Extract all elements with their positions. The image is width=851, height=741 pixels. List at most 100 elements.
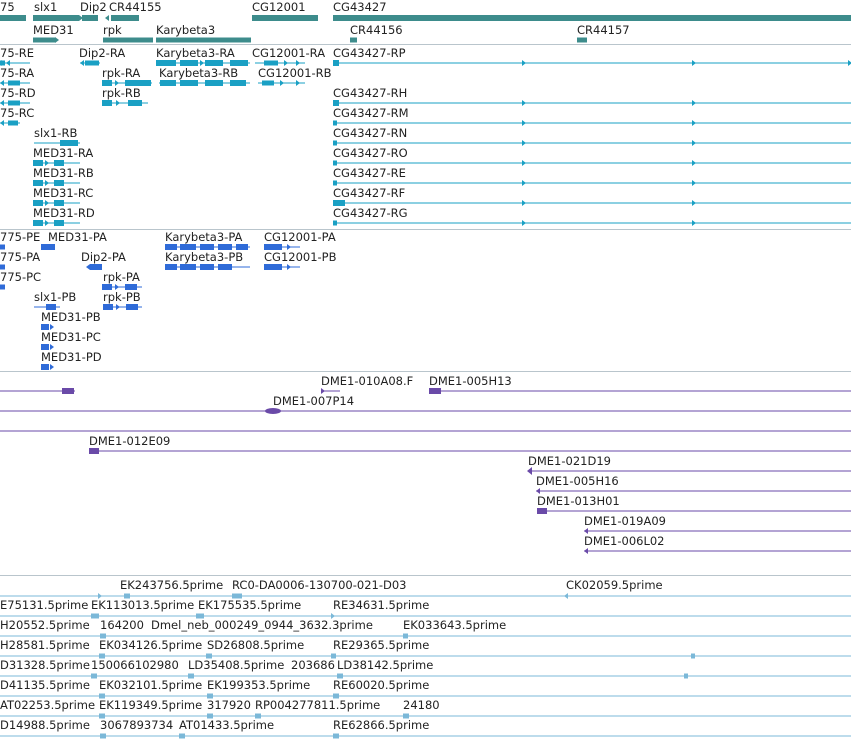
gene-glyph[interactable] bbox=[0, 15, 26, 21]
transcript-label[interactable]: MED31-RA bbox=[33, 147, 93, 160]
exon-block[interactable] bbox=[200, 264, 214, 270]
exon-block[interactable] bbox=[0, 60, 5, 66]
est-label[interactable]: EK175535.5prime bbox=[198, 599, 301, 612]
exon-block[interactable] bbox=[90, 264, 102, 270]
exon-block[interactable] bbox=[91, 613, 99, 619]
est-label[interactable]: AT01433.5prime bbox=[179, 719, 274, 732]
exon-block[interactable] bbox=[0, 264, 5, 270]
gene-glyph[interactable] bbox=[350, 37, 357, 43]
strand-arrow-icon[interactable] bbox=[116, 100, 120, 106]
exon-block[interactable] bbox=[333, 180, 337, 186]
exon-block[interactable] bbox=[33, 220, 43, 226]
est-label[interactable]: RE29365.5prime bbox=[333, 639, 429, 652]
strand-arrow-icon[interactable] bbox=[55, 37, 59, 43]
strand-arrow-icon[interactable] bbox=[80, 60, 84, 66]
est-label[interactable]: EK199353.5prime bbox=[207, 679, 310, 692]
exon-block[interactable] bbox=[218, 264, 232, 270]
strand-arrow-icon[interactable] bbox=[0, 120, 4, 126]
transcript-label[interactable]: rpk-RA bbox=[102, 67, 140, 80]
strand-arrow-icon[interactable] bbox=[296, 80, 300, 86]
est-label[interactable]: AT02253.5prime bbox=[0, 699, 95, 712]
gene-glyph[interactable] bbox=[82, 15, 98, 21]
exon-block[interactable] bbox=[180, 80, 198, 86]
transcript-label[interactable]: MED31-RB bbox=[33, 167, 94, 180]
exon-block[interactable] bbox=[333, 220, 337, 226]
exon-block[interactable] bbox=[0, 284, 5, 290]
transcript-label[interactable]: 75-RE bbox=[0, 47, 34, 60]
est-label[interactable]: E75131.5prime bbox=[0, 599, 88, 612]
exon-block[interactable] bbox=[85, 60, 99, 66]
transcript-label[interactable]: CG43427-RP bbox=[333, 47, 406, 60]
transcript-label[interactable]: Karybeta3-PB bbox=[165, 251, 243, 264]
strand-arrow-icon[interactable] bbox=[522, 200, 526, 206]
exon-block[interactable] bbox=[128, 100, 142, 106]
transcript-label[interactable]: rpk-PB bbox=[103, 291, 141, 304]
est-label[interactable]: EK113013.5prime bbox=[91, 599, 194, 612]
clone-label[interactable]: DME1-006L02 bbox=[584, 535, 665, 548]
strand-arrow-icon[interactable] bbox=[692, 100, 696, 106]
transcript-label[interactable]: MED31-RC bbox=[33, 187, 93, 200]
exon-block[interactable] bbox=[100, 733, 106, 739]
gene-glyph[interactable] bbox=[333, 15, 851, 21]
strand-arrow-icon[interactable] bbox=[692, 60, 696, 66]
transcript-label[interactable]: Karybeta3-RB bbox=[159, 67, 238, 80]
clone-label[interactable]: DME1-005H16 bbox=[536, 475, 619, 488]
transcript-label[interactable]: MED31-RD bbox=[33, 207, 95, 220]
strand-arrow-icon[interactable] bbox=[287, 264, 291, 270]
est-label[interactable]: 150066102980 bbox=[91, 659, 179, 672]
exon-block[interactable] bbox=[333, 733, 339, 739]
exon-block[interactable] bbox=[230, 80, 246, 86]
transcript-label[interactable]: Karybeta3-PA bbox=[165, 231, 242, 244]
est-label[interactable]: D41135.5prime bbox=[0, 679, 90, 692]
est-label[interactable]: RE62866.5prime bbox=[333, 719, 429, 732]
strand-arrow-icon[interactable] bbox=[692, 220, 696, 226]
strand-arrow-icon[interactable] bbox=[692, 200, 696, 206]
exon-block[interactable] bbox=[264, 60, 278, 66]
strand-arrow-icon[interactable] bbox=[86, 264, 90, 270]
strand-arrow-icon[interactable] bbox=[522, 100, 526, 106]
strand-arrow-icon[interactable] bbox=[584, 548, 588, 554]
gene-label[interactable]: Karybeta3 bbox=[156, 24, 215, 37]
clone-label[interactable]: DME1-013H01 bbox=[537, 495, 620, 508]
strand-arrow-icon[interactable] bbox=[692, 160, 696, 166]
transcript-label[interactable]: CG43427-RN bbox=[333, 127, 407, 140]
est-label[interactable]: CK02059.5prime bbox=[566, 579, 663, 592]
clone-label[interactable]: DME1-007P14 bbox=[273, 395, 354, 408]
strand-arrow-icon[interactable] bbox=[50, 364, 54, 370]
transcript-label[interactable]: CG43427-RG bbox=[333, 207, 408, 220]
strand-arrow-icon[interactable] bbox=[564, 593, 568, 599]
est-label[interactable]: RE60020.5prime bbox=[333, 679, 429, 692]
transcript-label[interactable]: CG43427-RH bbox=[333, 87, 407, 100]
transcript-label[interactable]: MED31-PA bbox=[48, 231, 107, 244]
transcript-label[interactable]: 775-PC bbox=[0, 271, 41, 284]
exon-block[interactable] bbox=[429, 388, 441, 394]
est-label[interactable]: 3067893734 bbox=[100, 719, 173, 732]
transcript-label[interactable]: Dip2-PA bbox=[81, 251, 126, 264]
exon-block[interactable] bbox=[89, 448, 99, 454]
transcript-label[interactable]: CG43427-RF bbox=[333, 187, 405, 200]
strand-arrow-icon[interactable] bbox=[522, 140, 526, 146]
clone-label[interactable]: DME1-010A08.F bbox=[321, 375, 413, 388]
exon-block[interactable] bbox=[91, 673, 97, 679]
exon-block[interactable] bbox=[54, 220, 64, 226]
transcript-label[interactable]: CG12001-PB bbox=[264, 251, 337, 264]
transcript-label[interactable]: MED31-PD bbox=[41, 351, 102, 364]
est-label[interactable]: EK032101.5prime bbox=[99, 679, 202, 692]
est-label[interactable]: LD35408.5prime bbox=[188, 659, 284, 672]
est-label[interactable]: EK034126.5prime bbox=[99, 639, 202, 652]
transcript-label[interactable]: Karybeta3-RA bbox=[156, 47, 235, 60]
strand-arrow-icon[interactable] bbox=[45, 220, 49, 226]
exon-block[interactable] bbox=[0, 244, 5, 250]
est-label[interactable]: RC0-DA0006-130700-021-D03 bbox=[232, 579, 407, 592]
exon-block[interactable] bbox=[8, 120, 18, 126]
exon-block[interactable] bbox=[537, 508, 547, 514]
gene-label[interactable]: CG43427 bbox=[333, 1, 387, 14]
transcript-label[interactable]: slx1-PB bbox=[34, 291, 76, 304]
est-label[interactable]: EK033643.5prime bbox=[403, 619, 506, 632]
est-label[interactable]: D14988.5prime bbox=[0, 719, 90, 732]
gene-glyph[interactable] bbox=[577, 37, 587, 43]
clone-label[interactable]: DME1-012E09 bbox=[89, 435, 170, 448]
est-label[interactable]: EK243756.5prime bbox=[120, 579, 223, 592]
gene-glyph[interactable] bbox=[156, 37, 251, 43]
transcript-label[interactable]: 75-RD bbox=[0, 87, 36, 100]
